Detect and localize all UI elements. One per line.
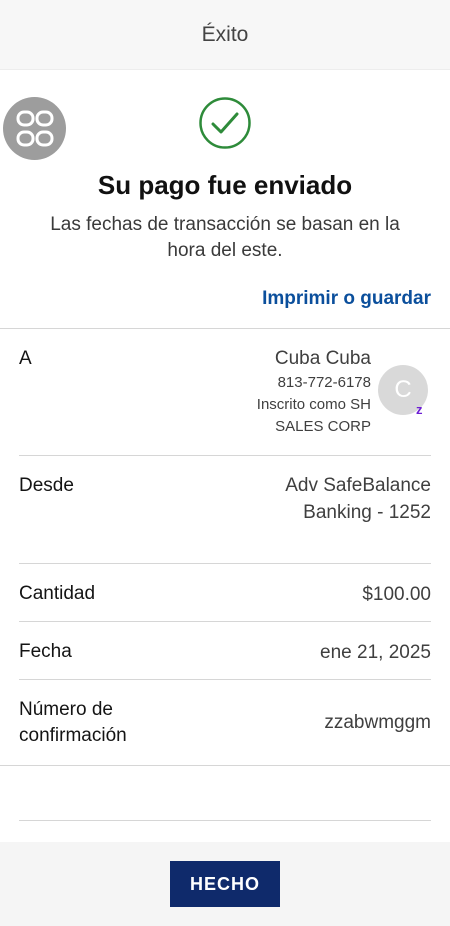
- floating-menu-button[interactable]: [3, 97, 66, 160]
- recipient-info: Cuba Cuba 813-772-6178 Inscrito como SH …: [257, 346, 371, 438]
- divider: [0, 765, 450, 766]
- done-button[interactable]: HECHO: [170, 861, 280, 907]
- from-account: Adv SafeBalance Banking - 1252: [285, 472, 431, 526]
- zelle-badge-icon: z: [416, 402, 423, 417]
- check-circle-icon: [199, 97, 251, 149]
- recipient-label: A: [19, 348, 32, 369]
- amount-label: Cantidad: [19, 583, 96, 604]
- from-label: Desde: [19, 475, 74, 496]
- date-label: Fecha: [19, 641, 72, 662]
- grid-menu-icon: [16, 110, 53, 146]
- footer: HECHO: [0, 842, 450, 926]
- top-bar: Éxito: [0, 0, 450, 70]
- page-title: Éxito: [201, 22, 249, 46]
- recipient-enrolled-name: SALES CORP: [275, 418, 371, 435]
- payment-success-screen: Éxito Su pago fue enviado Las fechas de …: [0, 0, 450, 926]
- confirmation-label: Número de confirmación: [19, 697, 127, 749]
- confirmation-label-line1: Número de: [19, 699, 113, 720]
- divider: [19, 621, 431, 622]
- divider: [19, 563, 431, 564]
- from-account-line2: Banking - 1252: [303, 502, 431, 523]
- divider: [19, 820, 431, 821]
- recipient-name: Cuba Cuba: [274, 348, 371, 369]
- date-value: ene 21, 2025: [320, 642, 431, 663]
- from-account-line1: Adv SafeBalance: [285, 475, 431, 496]
- amount-value: $100.00: [362, 584, 431, 605]
- recipient-enrolled-as: Inscrito como SH: [256, 396, 371, 413]
- divider: [19, 679, 431, 680]
- avatar-initial: C: [394, 376, 412, 403]
- confirmation-label-line2: confirmación: [19, 725, 127, 746]
- timezone-note: Las fechas de transacción se basan en la…: [50, 214, 400, 261]
- print-or-save-link[interactable]: Imprimir o guardar: [262, 288, 431, 310]
- confirmation-number: zzabwmggm: [324, 712, 431, 733]
- divider: [19, 455, 431, 456]
- divider: [0, 328, 450, 329]
- success-headline: Su pago fue enviado: [97, 170, 353, 200]
- recipient-phone: 813-772-6178: [277, 374, 371, 391]
